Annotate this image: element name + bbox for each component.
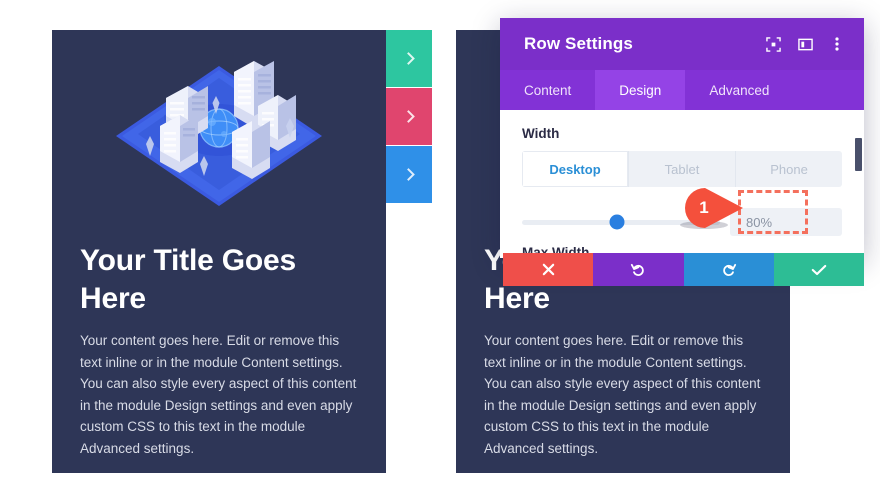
tab-advanced[interactable]: Advanced (685, 70, 793, 110)
modal-title: Row Settings (524, 34, 633, 53)
modal-body: Width Desktop Tablet Phone 80% Max Width (500, 110, 864, 258)
modal-tab-bar: Content Design Advanced (500, 70, 864, 110)
side-tab-3[interactable] (386, 146, 432, 203)
modal-action-bar (503, 253, 864, 286)
undo-button[interactable] (593, 253, 684, 286)
kebab-menu-icon[interactable] (824, 31, 850, 57)
side-tab-strip (386, 30, 432, 204)
side-tab-1[interactable] (386, 30, 432, 87)
side-tab-2[interactable] (386, 88, 432, 145)
chevron-right-icon (401, 52, 415, 65)
expand-view-icon[interactable] (760, 31, 786, 57)
page-canvas: Your Title Goes Here Your content goes h… (0, 0, 880, 504)
chevron-right-icon (401, 110, 415, 123)
device-phone-button[interactable]: Phone (736, 151, 842, 187)
redo-button[interactable] (683, 253, 774, 286)
tab-design[interactable]: Design (595, 70, 686, 110)
card-body-text: Your content goes here. Edit or remove t… (80, 333, 357, 456)
page-title: Your Title Goes Here (80, 244, 296, 315)
check-icon (811, 264, 827, 275)
device-toggle-group: Desktop Tablet Phone (522, 151, 842, 187)
left-card: Your Title Goes Here Your content goes h… (52, 30, 386, 473)
width-field-label: Width (522, 126, 560, 141)
width-slider[interactable] (522, 209, 720, 235)
device-tablet-button[interactable]: Tablet (629, 151, 736, 187)
device-desktop-button[interactable]: Desktop (522, 151, 629, 187)
chevron-right-icon (401, 168, 415, 181)
save-button[interactable] (773, 253, 864, 286)
card-body-text: Your content goes here. Edit or remove t… (484, 333, 761, 456)
row-settings-modal: Row Settings Content Design Advanced Wid… (500, 18, 864, 258)
width-value-input[interactable]: 80% (730, 208, 842, 236)
width-slider-row: 80% (522, 208, 842, 236)
slider-handle[interactable] (609, 214, 625, 230)
isometric-city-illustration (52, 44, 386, 224)
undo-icon (631, 263, 645, 276)
cancel-button[interactable] (503, 253, 594, 286)
modal-scrollbar-thumb[interactable] (855, 138, 862, 171)
modal-header: Row Settings (500, 18, 864, 70)
layout-panel-icon[interactable] (792, 31, 818, 57)
tab-content[interactable]: Content (500, 70, 595, 110)
close-icon (542, 263, 554, 276)
redo-icon (722, 263, 736, 276)
